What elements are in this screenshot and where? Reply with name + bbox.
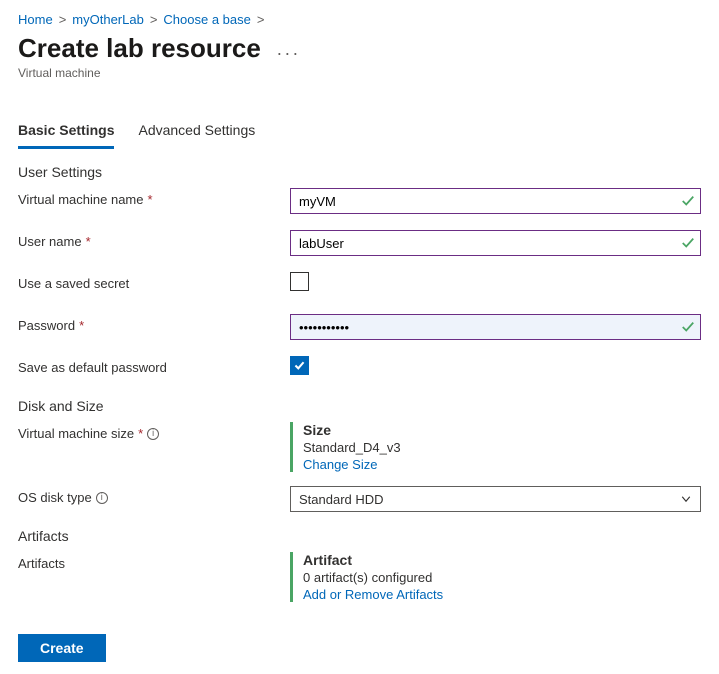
save-default-password-checkbox[interactable] [290,356,309,375]
required-indicator: * [86,234,91,249]
breadcrumb-choose-base[interactable]: Choose a base [163,12,250,27]
page-subtitle: Virtual machine [18,66,701,80]
tab-basic-settings[interactable]: Basic Settings [18,116,114,149]
tab-advanced-settings[interactable]: Advanced Settings [138,116,255,149]
more-options-icon[interactable]: ··· [276,43,300,64]
required-indicator: * [79,318,84,333]
vm-name-input[interactable] [290,188,701,214]
artifact-block: Artifact 0 artifact(s) configured Add or… [290,552,701,602]
os-disk-type-value: Standard HDD [299,492,384,507]
label-vm-name: Virtual machine name [18,192,144,207]
label-use-saved-secret: Use a saved secret [18,276,129,291]
required-indicator: * [148,192,153,207]
info-icon[interactable]: i [147,428,159,440]
artifact-heading: Artifact [303,552,701,568]
chevron-down-icon [680,493,692,505]
section-artifacts: Artifacts [18,528,701,544]
tabs: Basic Settings Advanced Settings [18,116,701,150]
vm-size-heading: Size [303,422,701,438]
label-password: Password [18,318,75,333]
chevron-right-icon: > [257,12,265,27]
user-name-input[interactable] [290,230,701,256]
info-icon[interactable]: i [96,492,108,504]
required-indicator: * [138,426,143,441]
breadcrumb-home[interactable]: Home [18,12,53,27]
chevron-right-icon: > [59,12,67,27]
section-disk-size: Disk and Size [18,398,701,414]
breadcrumb: Home > myOtherLab > Choose a base > [18,12,701,27]
checkmark-icon [293,359,306,372]
vm-size-value: Standard_D4_v3 [303,440,701,455]
checkmark-icon [681,236,695,250]
checkmark-icon [681,194,695,208]
artifact-value: 0 artifact(s) configured [303,570,701,585]
label-artifacts: Artifacts [18,556,65,571]
breadcrumb-lab[interactable]: myOtherLab [72,12,144,27]
use-saved-secret-checkbox[interactable] [290,272,309,291]
page-title: Create lab resource [18,33,261,64]
os-disk-type-select[interactable]: Standard HDD [290,486,701,512]
change-size-link[interactable]: Change Size [303,457,701,472]
section-user-settings: User Settings [18,164,701,180]
chevron-right-icon: > [150,12,158,27]
label-vm-size: Virtual machine size [18,426,134,441]
label-os-disk-type: OS disk type [18,490,92,505]
label-save-default-password: Save as default password [18,360,167,375]
create-button[interactable]: Create [18,634,106,662]
label-user-name: User name [18,234,82,249]
password-input[interactable] [290,314,701,340]
checkmark-icon [681,320,695,334]
vm-size-block: Size Standard_D4_v3 Change Size [290,422,701,472]
add-remove-artifacts-link[interactable]: Add or Remove Artifacts [303,587,701,602]
